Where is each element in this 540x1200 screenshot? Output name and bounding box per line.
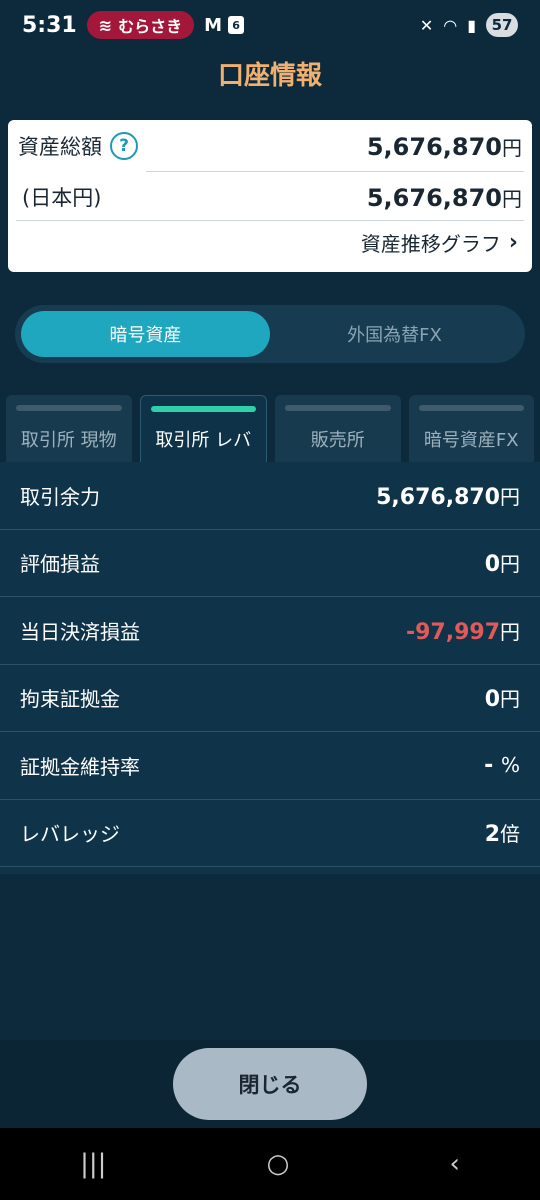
market-tabs: 取引所 現物 取引所 レバ 販売所 暗号資産FX [0, 395, 540, 462]
detail-label: 証拠金維持率 [20, 754, 140, 779]
home-icon[interactable]: ○ [267, 1149, 290, 1179]
detail-amount: 2 [484, 822, 500, 848]
detail-label: 取引余力 [20, 484, 100, 509]
detail-amount: - [484, 752, 494, 778]
segment-crypto[interactable]: 暗号資産 [21, 311, 270, 357]
detail-amount: -97,997 [405, 619, 500, 645]
detail-unit: 円 [500, 552, 520, 577]
total-assets-row: 資産総額 ? 5,676,870円 [8, 120, 532, 172]
close-button[interactable]: 閉じる [173, 1048, 367, 1120]
total-assets-amount: 5,676,870 [366, 132, 502, 161]
notification-badge: 6 [228, 16, 245, 34]
gmail-icon: M [204, 14, 223, 36]
wifi-icon: ◠ [443, 15, 458, 35]
divider [16, 220, 524, 221]
detail-unit: 円 [500, 484, 520, 509]
back-icon[interactable]: ‹ [449, 1149, 459, 1179]
detail-value: 2倍 [485, 818, 520, 847]
detail-unit: 円 [500, 687, 520, 712]
tab-indicator [16, 405, 122, 411]
jpy-amount: 5,676,870 [366, 183, 502, 212]
list-item: 当日決済損益 -97,997円 [0, 597, 540, 665]
yen-unit: 円 [502, 186, 522, 211]
help-icon[interactable]: ? [110, 132, 138, 160]
detail-label: 当日決済損益 [20, 619, 140, 644]
jpy-row: (日本円) 5,676,870円 [8, 172, 532, 222]
page-title: 口座情報 [217, 61, 322, 91]
list-item: 取引余力 5,676,870円 [0, 462, 540, 530]
asset-graph-label: 資産推移グラフ [360, 232, 501, 256]
battery-level: 57 [486, 13, 518, 37]
yen-unit: 円 [502, 135, 522, 160]
total-assets-label: 資産総額 [18, 135, 102, 159]
tab-sales-office[interactable]: 販売所 [275, 395, 401, 462]
status-icons: ✕ ◠ ▮ 57 [420, 13, 518, 37]
detail-label: レバレッジ [20, 822, 120, 847]
total-assets-value: 5,676,870円 [367, 132, 522, 161]
detail-value: 0円 [485, 548, 520, 577]
detail-unit: % [500, 752, 520, 777]
asset-type-segment: 暗号資産 外国為替FX [15, 305, 525, 363]
detail-unit: 円 [500, 619, 520, 644]
jpy-label: (日本円) [22, 186, 102, 210]
asset-summary-card: 資産総額 ? 5,676,870円 (日本円) 5,676,870円 資産推移グ… [8, 120, 532, 272]
carrier-name: むらさき [118, 17, 183, 36]
tab-label: 暗号資産FX [423, 430, 519, 451]
tab-indicator [150, 406, 256, 412]
list-item: レバレッジ 2倍 [0, 800, 540, 867]
detail-value: -97,997円 [406, 616, 520, 645]
detail-amount: 0 [484, 552, 500, 578]
segment-fx[interactable]: 外国為替FX [270, 311, 519, 357]
carrier-pill: ≋ むらさき [86, 11, 195, 39]
detail-amount: 0 [484, 687, 500, 713]
detail-amount: 5,676,870 [376, 484, 500, 510]
status-bar: 5:31 ≋ むらさき M 6 ✕ ◠ ▮ 57 [0, 0, 540, 50]
tab-label: 取引所 現物 [20, 430, 117, 451]
detail-value: 5,676,870円 [376, 481, 520, 510]
detail-value: 0円 [485, 683, 520, 712]
tab-exchange-leverage[interactable]: 取引所 レバ [139, 395, 267, 462]
detail-unit: 倍 [500, 822, 520, 847]
list-item: 拘束証拠金 0円 [0, 665, 540, 732]
jpy-value: 5,676,870円 [367, 183, 522, 212]
account-details-list: 取引余力 5,676,870円 評価損益 0円 当日決済損益 -97,997円 … [0, 462, 540, 874]
tab-crypto-fx[interactable]: 暗号資産FX [408, 395, 534, 462]
wifi-call-icon: ≋ [98, 15, 113, 35]
asset-graph-link[interactable]: 資産推移グラフ › [361, 228, 518, 257]
tab-label: 取引所 レバ [155, 430, 252, 451]
recent-apps-icon[interactable]: ||| [80, 1149, 106, 1179]
detail-value: - % [484, 753, 520, 778]
detail-label: 拘束証拠金 [20, 687, 120, 712]
list-item: 評価損益 0円 [0, 530, 540, 597]
status-time: 5:31 [22, 12, 77, 38]
mute-icon: ✕ [419, 15, 434, 35]
tab-indicator [418, 405, 524, 411]
system-nav-bar: ||| ○ ‹ [0, 1128, 540, 1200]
detail-label: 評価損益 [20, 552, 100, 577]
tab-indicator [285, 405, 391, 411]
signal-icon: ▮ [467, 15, 476, 35]
tab-label: 販売所 [310, 430, 365, 451]
list-item: 証拠金維持率 - % [0, 732, 540, 800]
tab-exchange-spot[interactable]: 取引所 現物 [6, 395, 132, 462]
chevron-right-icon: › [508, 230, 518, 255]
